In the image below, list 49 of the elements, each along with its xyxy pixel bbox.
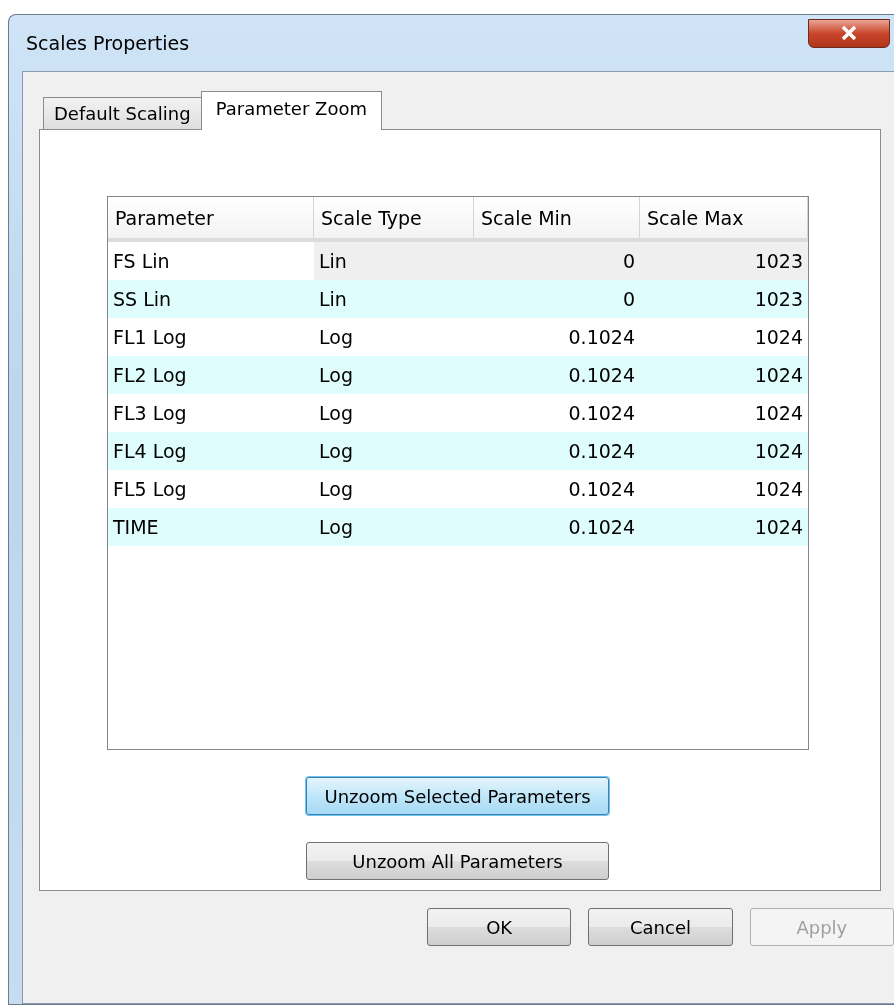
table-cell-text: 1023 <box>753 287 804 312</box>
table-cell-text: FL1 Log <box>112 325 188 350</box>
table-cell-text: 1024 <box>753 477 804 502</box>
table-cell-text: Lin <box>318 287 348 312</box>
table-cell-text: 1024 <box>753 325 804 350</box>
table-cell-text: 1024 <box>753 515 804 540</box>
table-cell-text: 1024 <box>753 401 804 426</box>
table-cell-text: FS Lin <box>112 249 171 274</box>
table-cell: Lin <box>314 242 474 280</box>
table-cell-text: FL4 Log <box>112 439 188 464</box>
table-cell-text: Log <box>318 477 354 502</box>
table-cell-text: 0.1024 <box>567 477 636 502</box>
tab[interactable]: Default Scaling <box>43 97 202 130</box>
column-header[interactable]: Parameter <box>108 197 314 238</box>
close-icon <box>840 25 858 41</box>
table-cell-text: FL3 Log <box>112 401 188 426</box>
table-cell-text: FL2 Log <box>112 363 188 388</box>
tab[interactable]: Parameter Zoom <box>200 91 382 130</box>
table-cell-text: 0.1024 <box>567 363 636 388</box>
column-header[interactable]: Scale Min <box>474 197 640 238</box>
column-header[interactable]: Scale Max <box>640 197 808 238</box>
table-cell: 1023 <box>640 242 808 280</box>
column-header[interactable]: Scale Type <box>314 197 474 238</box>
dialog-button[interactable]: OK <box>427 908 572 946</box>
table-cell-text: 1024 <box>753 439 804 464</box>
table-cell-text: Log <box>318 401 354 426</box>
unzoom-button[interactable]: Unzoom All Parameters <box>306 842 609 880</box>
close-button[interactable] <box>808 18 890 48</box>
table-row[interactable]: FL4 Log Log 0.1024 1024 <box>108 432 808 470</box>
table-cell-text: Log <box>318 363 354 388</box>
window-title: Scales Properties <box>26 32 190 54</box>
unzoom-button[interactable]: Unzoom Selected Parameters <box>306 777 609 815</box>
table-cell-text: Log <box>318 439 354 464</box>
table-row[interactable]: FL2 Log Log 0.1024 1024 <box>108 356 808 394</box>
table-cell-text: 0.1024 <box>567 439 636 464</box>
dialog-button[interactable]: Cancel <box>588 908 733 946</box>
table-cell-text: 0.1024 <box>567 325 636 350</box>
table-cell-text: 0.1024 <box>567 401 636 426</box>
table-cell-text: 0.1024 <box>567 515 636 540</box>
table-cell-text: TIME <box>112 515 160 540</box>
table-cell-text: FL5 Log <box>112 477 188 502</box>
table-cell-text: 0 <box>621 287 636 312</box>
table-cell-text: Log <box>318 515 354 540</box>
table-row[interactable]: SS Lin Lin 0 1023 <box>108 280 808 318</box>
table-cell-text: Log <box>318 325 354 350</box>
table-cell-text: SS Lin <box>112 287 173 312</box>
table-cell-text: 1024 <box>753 363 804 388</box>
table-row[interactable]: TIME Log 0.1024 1024 <box>108 508 808 546</box>
table-cell: 0 <box>474 242 640 280</box>
